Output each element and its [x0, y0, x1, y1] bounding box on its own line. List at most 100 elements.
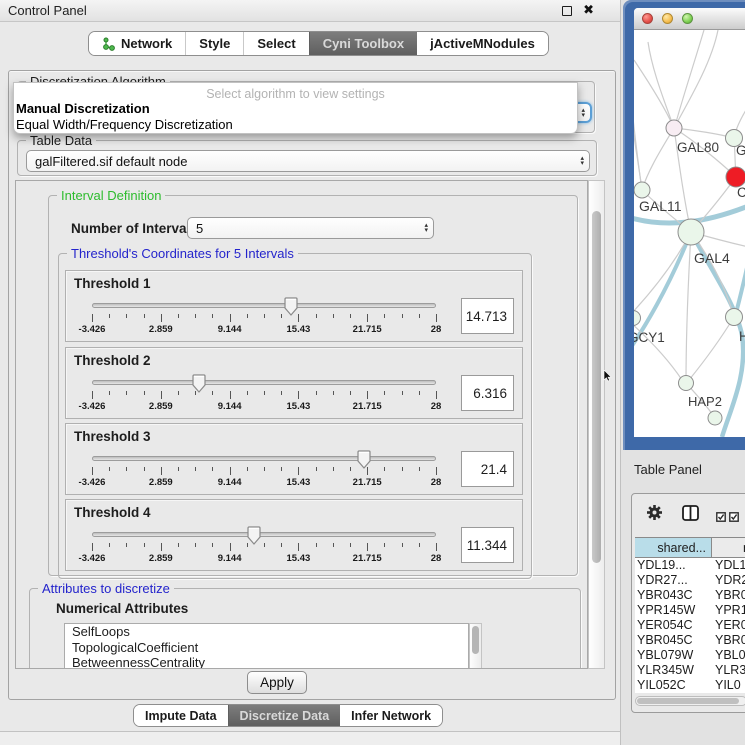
table-row[interactable]: YPR145WYPR1	[635, 603, 745, 618]
network-node[interactable]	[726, 309, 743, 326]
ruler-tick	[109, 543, 110, 547]
numerical-attributes-list[interactable]: SelfLoopsTopologicalCoefficientBetweenne…	[64, 623, 469, 669]
tab-impute-data[interactable]: Impute Data	[134, 705, 228, 726]
network-node[interactable]	[679, 376, 694, 391]
attribute-list-item[interactable]: BetweennessCentrality	[65, 655, 468, 669]
attributes-scrollbar[interactable]	[469, 623, 482, 669]
checkbox-checked-icon[interactable]	[716, 509, 726, 527]
settings-scrollbar[interactable]	[588, 180, 605, 669]
control-panel-tabs: Network Style Select Cyni Toolbox jActiv…	[88, 31, 549, 56]
ruler-tick-label: -3.426	[79, 401, 106, 412]
cell-shared-name: YLR345W	[635, 663, 712, 678]
float-window-icon[interactable]	[562, 6, 572, 16]
threshold-value-field[interactable]: 21.4	[461, 451, 514, 487]
panel-title: Control Panel	[8, 3, 87, 18]
table-row[interactable]: YBL079WYBL0	[635, 648, 745, 663]
ruler-tick-label: 28	[431, 401, 442, 412]
table-row[interactable]: YLR345WYLR3	[635, 663, 745, 678]
ruler-tick	[178, 543, 179, 547]
attribute-list-item[interactable]: SelfLoops	[65, 624, 468, 640]
table-data-combobox[interactable]: galFiltered.sif default node ▴▾	[26, 150, 590, 172]
ruler-tick-label: 2.859	[149, 477, 173, 488]
ruler-tick-label: 15.43	[287, 401, 311, 412]
slider-ruler	[92, 314, 436, 324]
apply-button[interactable]: Apply	[247, 671, 307, 694]
tab-style[interactable]: Style	[185, 32, 243, 55]
network-node[interactable]	[666, 120, 682, 136]
close-traffic-light-icon[interactable]	[642, 13, 653, 24]
tab-label: Discretize Data	[240, 709, 330, 723]
table-row[interactable]: YIL052CYIL0	[635, 678, 745, 693]
minimize-traffic-light-icon[interactable]	[662, 13, 673, 24]
tab-cyni-toolbox[interactable]: Cyni Toolbox	[309, 32, 417, 55]
ruler-tick-label: 2.859	[149, 553, 173, 564]
slider-track[interactable]	[92, 303, 436, 308]
popup-option-equal-width[interactable]: Equal Width/Frequency Discretization	[14, 117, 577, 133]
table-row[interactable]: YER054CYER0	[635, 618, 745, 633]
ruler-tick	[161, 467, 162, 475]
ruler-tick	[178, 314, 179, 318]
checkbox-checked-icon[interactable]	[729, 509, 739, 527]
ruler-tick	[212, 467, 213, 471]
cell-name: YBL0	[712, 648, 745, 663]
column-header-shared-name[interactable]: shared...	[635, 538, 712, 557]
table-horizontal-scrollbar[interactable]	[635, 696, 745, 706]
table-data-group: Table Data galFiltered.sif default node …	[17, 140, 597, 176]
cell-shared-name: YBL079W	[635, 648, 712, 663]
ruler-tick	[126, 314, 127, 318]
threshold-value-field[interactable]: 11.344	[461, 527, 514, 563]
network-node[interactable]	[726, 167, 745, 187]
right-area: GAL80GACGAL11GAL4GCY1HHAP2 Table Panel	[620, 0, 745, 745]
table-row[interactable]: YDL19...YDL1	[635, 558, 745, 573]
ruler-tick	[264, 391, 265, 395]
ruler-tick	[281, 543, 282, 547]
scrollbar-thumb[interactable]	[472, 626, 479, 654]
gear-icon[interactable]	[646, 504, 663, 526]
scrollbar-thumb[interactable]	[592, 211, 601, 563]
ruler-tick	[92, 467, 93, 475]
tab-network[interactable]: Network	[89, 32, 185, 55]
slider-track[interactable]	[92, 532, 436, 537]
ruler-tick	[264, 314, 265, 318]
threshold-value-field[interactable]: 14.713	[461, 298, 514, 334]
column-header-name[interactable]: n	[712, 538, 745, 557]
network-node[interactable]	[634, 311, 641, 326]
threshold-value-field[interactable]: 6.316	[461, 375, 514, 411]
popup-option-manual-discretization[interactable]: Manual Discretization	[14, 101, 577, 117]
slider-track[interactable]	[92, 380, 436, 385]
table-row[interactable]: YBR043CYBR0	[635, 588, 745, 603]
cell-name: YDR2	[712, 573, 745, 588]
threshold-panel: Threshold 2 -3.4262.8599.14415.4321.7152…	[65, 347, 523, 419]
node-label: GAL4	[694, 250, 730, 266]
ruler-tick	[367, 391, 368, 399]
ruler-tick	[109, 467, 110, 471]
close-icon[interactable]: ✖	[583, 2, 594, 18]
table-row[interactable]: YBR045CYBR0	[635, 633, 745, 648]
network-node[interactable]	[708, 411, 722, 425]
ruler-tick-label: 21.715	[353, 553, 382, 564]
ruler-tick	[126, 543, 127, 547]
tab-discretize-data[interactable]: Discretize Data	[228, 705, 341, 726]
node-table: shared... n YDL19...YDL1YDR27...YDR2YBR0…	[635, 537, 745, 693]
scrollbar-thumb[interactable]	[637, 698, 739, 704]
network-canvas[interactable]: GAL80GACGAL11GAL4GCY1HHAP2	[634, 30, 745, 437]
slider-track[interactable]	[92, 456, 436, 461]
cell-shared-name: YBR043C	[635, 588, 712, 603]
attribute-list-item[interactable]: TopologicalCoefficient	[65, 640, 468, 656]
node-label: GA	[736, 143, 745, 158]
ruler-tick	[144, 543, 145, 547]
column-layout-icon[interactable]	[682, 505, 699, 526]
table-panel: shared... n YDL19...YDL1YDR27...YDR2YBR0…	[631, 493, 745, 713]
network-node[interactable]	[678, 219, 704, 245]
ruler-tick	[367, 543, 368, 551]
tab-infer-network[interactable]: Infer Network	[340, 705, 442, 726]
ruler-tick	[281, 467, 282, 471]
tab-jactivemnodules[interactable]: jActiveMNodules	[417, 32, 548, 55]
tab-select[interactable]: Select	[243, 32, 308, 55]
spinner-arrows-icon: ▴▾	[580, 151, 584, 171]
table-row[interactable]: YDR27...YDR2	[635, 573, 745, 588]
network-node[interactable]	[634, 182, 650, 198]
number-of-intervals-combobox[interactable]: 5 ▴▾	[187, 217, 434, 239]
zoom-traffic-light-icon[interactable]	[682, 13, 693, 24]
ruler-tick	[436, 543, 437, 551]
